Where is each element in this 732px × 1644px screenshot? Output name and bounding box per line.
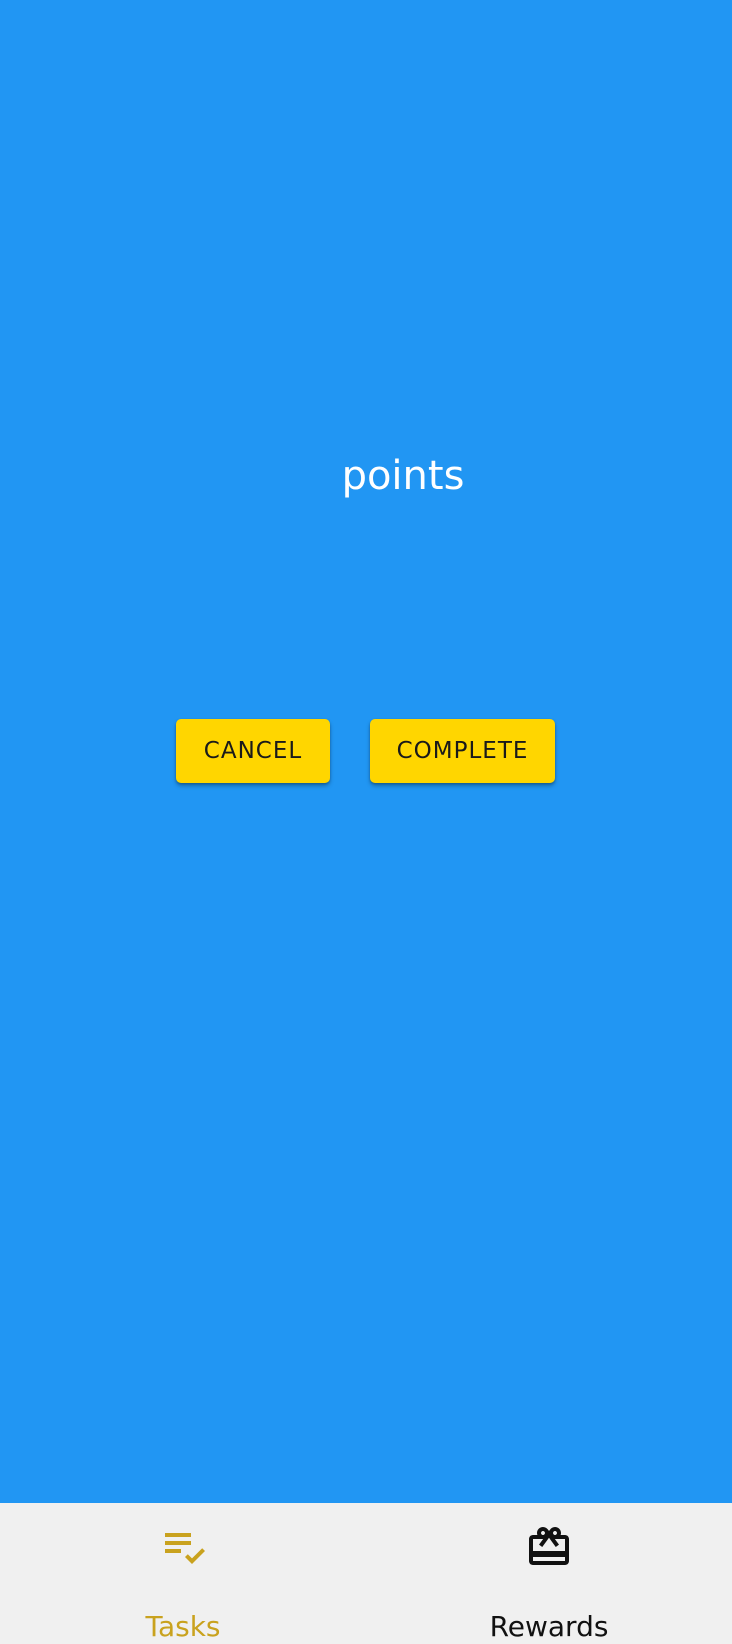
- nav-tab-tasks[interactable]: Tasks: [0, 1503, 366, 1644]
- gift-card-icon: [529, 1527, 569, 1565]
- task-complete-screen: points CANCEL COMPLETE: [0, 0, 732, 1503]
- complete-button[interactable]: COMPLETE: [370, 719, 555, 783]
- nav-tab-rewards[interactable]: Rewards: [366, 1503, 732, 1644]
- nav-tab-tasks-label: Tasks: [145, 1610, 221, 1643]
- cancel-button[interactable]: CANCEL: [176, 719, 330, 783]
- playlist-check-icon: [165, 1533, 205, 1564]
- points-label: points: [341, 453, 465, 499]
- nav-tab-rewards-label: Rewards: [489, 1610, 609, 1643]
- bottom-navigation: Tasks Rewards: [0, 1503, 732, 1644]
